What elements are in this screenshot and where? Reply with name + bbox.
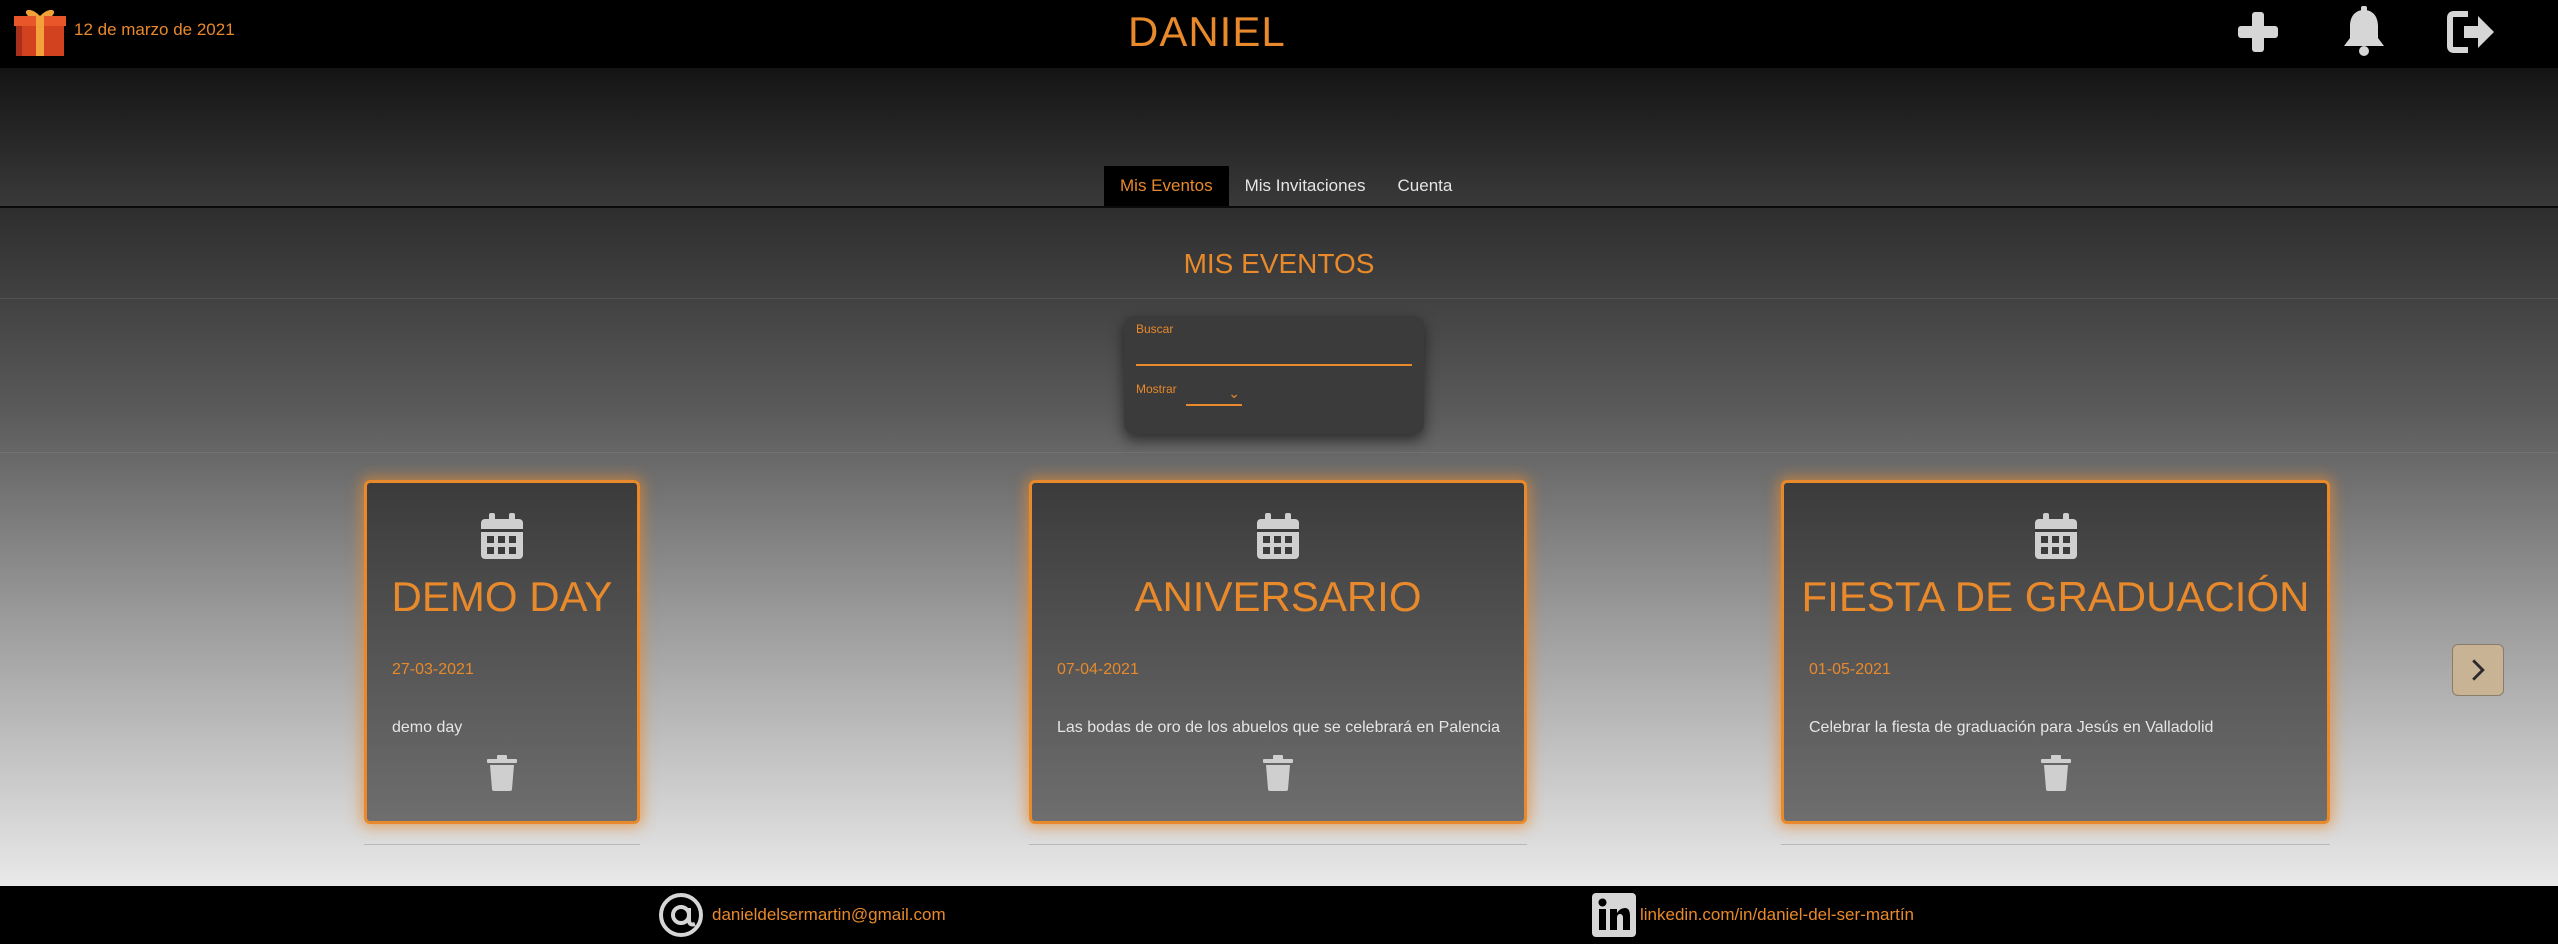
divider [1029,844,1527,845]
footer: danieldelsermartin@gmail.com linkedin.co… [0,886,2558,944]
event-date: 27-03-2021 [392,661,474,678]
gift-icon[interactable] [12,6,68,58]
chevron-right-icon [2472,659,2485,681]
tab-mis-eventos[interactable]: Mis Eventos [1104,166,1229,206]
email-link[interactable]: danieldelsermartin@gmail.com [712,905,946,925]
current-date: 12 de marzo de 2021 [74,20,235,39]
top-bar: 12 de marzo de 2021 DANIEL [0,0,2558,68]
event-title: FIESTA DE GRADUACIÓN [1801,573,2310,620]
event-description: Celebrar la fiesta de graduación para Je… [1809,719,2214,736]
plus-icon[interactable] [2230,4,2286,60]
divider [364,844,640,845]
event-card[interactable]: FIESTA DE GRADUACIÓN 01-05-2021 Celebrar… [1781,480,2330,824]
user-name: DANIEL [1128,8,1286,55]
chevron-down-icon: ⌄ [1228,385,1240,401]
main-content: MIS EVENTOS Buscar Mostrar ⌄ DEMO DAY 27… [0,208,2558,886]
event-description: Las bodas de oro de los abuelos que se c… [1057,719,1500,736]
event-date: 07-04-2021 [1057,661,1139,678]
carousel-next-button[interactable] [2452,644,2504,696]
trash-icon[interactable] [2040,755,2071,791]
show-label: Mostrar [1136,382,1177,396]
show-select[interactable]: ⌄ [1186,382,1242,406]
page-title: MIS EVENTOS [1183,248,1375,279]
calendar-icon [1257,513,1299,559]
calendar-icon [2034,513,2077,559]
search-label: Buscar [1136,322,1174,336]
linkedin-link[interactable]: linkedin.com/in/daniel-del-ser-martín [1640,905,1914,925]
search-input[interactable] [1136,344,1412,366]
trash-icon[interactable] [487,755,517,791]
logout-icon[interactable] [2444,4,2500,60]
divider [0,298,2558,299]
nav-tabs: Mis Eventos Mis Invitaciones Cuenta [1104,166,1468,206]
event-card[interactable]: ANIVERSARIO 07-04-2021 Las bodas de oro … [1029,480,1527,824]
at-sign-icon [658,892,704,938]
event-card[interactable]: DEMO DAY 27-03-2021 demo day [364,480,640,824]
event-title: DEMO DAY [391,573,613,620]
tab-cuenta[interactable]: Cuenta [1382,166,1469,206]
linkedin-icon [1591,892,1637,938]
bell-icon[interactable] [2336,4,2392,60]
divider [0,452,2558,453]
event-date: 01-05-2021 [1809,661,1891,678]
event-description: demo day [392,719,463,736]
trash-icon[interactable] [1263,755,1293,791]
calendar-icon [481,513,523,559]
event-title: ANIVERSARIO [1134,573,1422,620]
tab-mis-invitaciones[interactable]: Mis Invitaciones [1229,166,1382,206]
divider [1781,844,2330,845]
filter-panel: Buscar Mostrar ⌄ [1124,316,1424,434]
